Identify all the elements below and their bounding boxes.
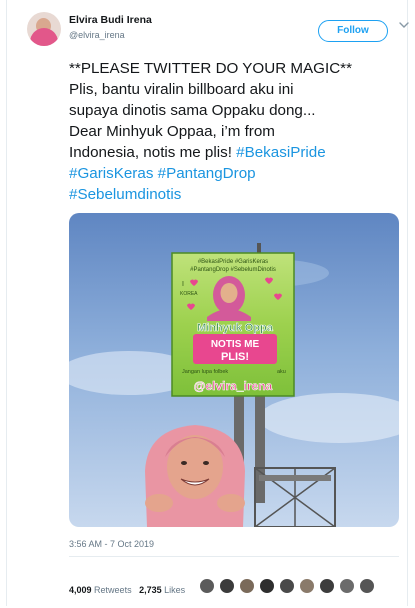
avatar[interactable]: [27, 12, 61, 46]
hashtag-link[interactable]: #Sebelumdinotis: [69, 186, 181, 203]
tweet-body: **PLEASE TWITTER DO YOUR MAGIC** Plis, b…: [69, 58, 409, 205]
billboard-tags-1: #BekasiPride #GarisKeras: [198, 259, 268, 265]
liker-avatar[interactable]: [199, 578, 215, 594]
person: [145, 425, 245, 527]
tweet-timestamp[interactable]: 3:56 AM - 7 Oct 2019: [69, 539, 154, 549]
engagement-stats: 4,009 Retweets 2,735 Likes: [69, 585, 185, 595]
tweet-line: **PLEASE TWITTER DO YOUR MAGIC**: [69, 60, 352, 77]
billboard-notis: NOTIS ME: [211, 339, 260, 350]
billboard-korea: KOREA: [180, 291, 198, 297]
tweet-line-text: Indonesia, notis me plis!: [69, 144, 237, 161]
billboard-tags-2: #PantangDrop #SebelumDinotis: [190, 267, 276, 273]
billboard-i-love: I: [182, 281, 184, 288]
hashtag-link[interactable]: #BekasiPride: [236, 144, 326, 161]
liker-avatar[interactable]: [339, 578, 355, 594]
billboard-jangan: Jangan lupa folbek: [182, 369, 228, 375]
tweet-line: Plis, bantu viralin billboard aku ini: [69, 81, 294, 98]
billboard-aku: aku: [277, 369, 286, 375]
divider: [69, 556, 399, 557]
billboard-pole: [255, 393, 265, 503]
hashtag-link[interactable]: #PantangDrop: [158, 165, 256, 182]
chevron-down-icon[interactable]: [399, 20, 409, 30]
tweet-line: #Sebelumdinotis: [69, 184, 409, 205]
tweet-line: Dear Minhyuk Oppaa, i’m from: [69, 123, 275, 140]
tweet-line: #GarisKeras #PantangDrop: [69, 163, 409, 184]
likes-label[interactable]: Likes: [164, 585, 185, 595]
follow-button[interactable]: Follow: [318, 20, 388, 42]
likes-count[interactable]: 2,735: [139, 585, 162, 595]
liker-avatar[interactable]: [359, 578, 375, 594]
liker-avatars: [199, 578, 399, 596]
user-handle[interactable]: @elvira_irena: [69, 30, 125, 40]
retweets-label[interactable]: Retweets: [94, 585, 132, 595]
billboard-plis: PLIS!: [221, 351, 249, 363]
hashtag-link[interactable]: #GarisKeras: [69, 165, 153, 182]
billboard-photo: #BekasiPride #GarisKeras #PantangDrop #S…: [69, 213, 399, 527]
avatar-scarf: [30, 28, 58, 46]
liker-avatar[interactable]: [299, 578, 315, 594]
liker-avatar[interactable]: [279, 578, 295, 594]
tweet-line: supaya dinotis sama Oppaku dong...: [69, 102, 316, 119]
tweet-photo[interactable]: #BekasiPride #GarisKeras #PantangDrop #S…: [69, 213, 399, 527]
tweet-card: Elvira Budi Irena @elvira_irena Follow *…: [6, 0, 409, 606]
tweet-header: Elvira Budi Irena @elvira_irena Follow: [27, 10, 409, 50]
tweet-line: Indonesia, notis me plis! #BekasiPride: [69, 142, 409, 163]
display-name[interactable]: Elvira Budi Irena: [69, 14, 152, 26]
billboard-handle: @elvira_irena: [194, 379, 273, 393]
liker-avatar[interactable]: [239, 578, 255, 594]
liker-avatar[interactable]: [319, 578, 335, 594]
retweets-count[interactable]: 4,009: [69, 585, 92, 595]
billboard-headline: Minhyuk Oppa: [197, 322, 274, 334]
liker-avatar[interactable]: [219, 578, 235, 594]
liker-avatar[interactable]: [259, 578, 275, 594]
